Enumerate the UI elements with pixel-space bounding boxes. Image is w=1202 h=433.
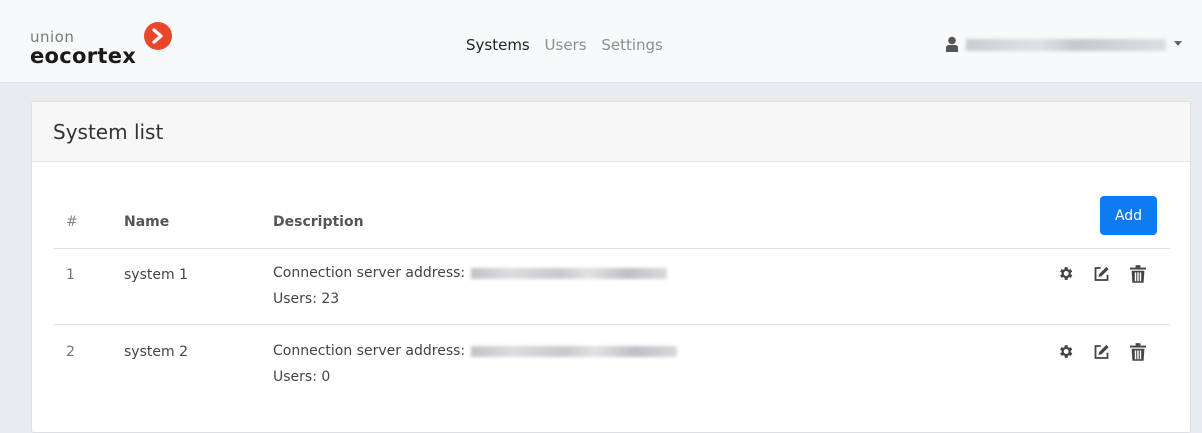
gear-icon[interactable] bbox=[1057, 265, 1074, 286]
user-menu[interactable] bbox=[946, 34, 1186, 56]
row-users: Users: 0 bbox=[273, 369, 331, 385]
gear-icon[interactable] bbox=[1057, 343, 1074, 364]
logo-big-text: eocortex bbox=[30, 44, 137, 68]
chevron-right-icon bbox=[144, 22, 172, 50]
card-title: System list bbox=[53, 120, 164, 144]
user-name bbox=[966, 39, 1166, 51]
edit-icon[interactable] bbox=[1092, 343, 1111, 365]
address-value bbox=[471, 345, 678, 357]
nav-systems[interactable]: Systems bbox=[466, 36, 530, 54]
address-label: Connection server address: bbox=[273, 265, 466, 281]
row-address: Connection server address: bbox=[273, 265, 668, 281]
address-value bbox=[471, 267, 668, 279]
top-navbar: union eocortex Systems Users Settings bbox=[0, 0, 1202, 83]
user-icon bbox=[946, 36, 958, 56]
main-nav: Systems Users Settings bbox=[466, 36, 673, 54]
row-index: 2 bbox=[66, 344, 75, 360]
column-header-index: # bbox=[66, 214, 78, 230]
row-divider bbox=[53, 324, 1170, 325]
column-header-description: Description bbox=[273, 214, 364, 230]
system-list-card: System list Add # Name Description 1 sys… bbox=[31, 101, 1191, 433]
nav-settings[interactable]: Settings bbox=[601, 36, 663, 54]
trash-icon[interactable] bbox=[1130, 343, 1146, 365]
nav-users[interactable]: Users bbox=[545, 36, 587, 54]
card-header: System list bbox=[32, 102, 1190, 162]
trash-icon[interactable] bbox=[1130, 265, 1146, 287]
address-label: Connection server address: bbox=[273, 343, 466, 359]
caret-down-icon[interactable] bbox=[1174, 41, 1182, 46]
edit-icon[interactable] bbox=[1092, 265, 1111, 287]
row-name: system 1 bbox=[124, 267, 188, 283]
header-divider bbox=[53, 248, 1170, 249]
column-header-name: Name bbox=[124, 214, 170, 230]
row-users: Users: 23 bbox=[273, 291, 340, 307]
row-name: system 2 bbox=[124, 344, 188, 360]
add-button[interactable]: Add bbox=[1100, 196, 1157, 235]
row-address: Connection server address: bbox=[273, 343, 678, 359]
row-index: 1 bbox=[66, 267, 75, 283]
logo[interactable]: union eocortex bbox=[30, 22, 180, 68]
